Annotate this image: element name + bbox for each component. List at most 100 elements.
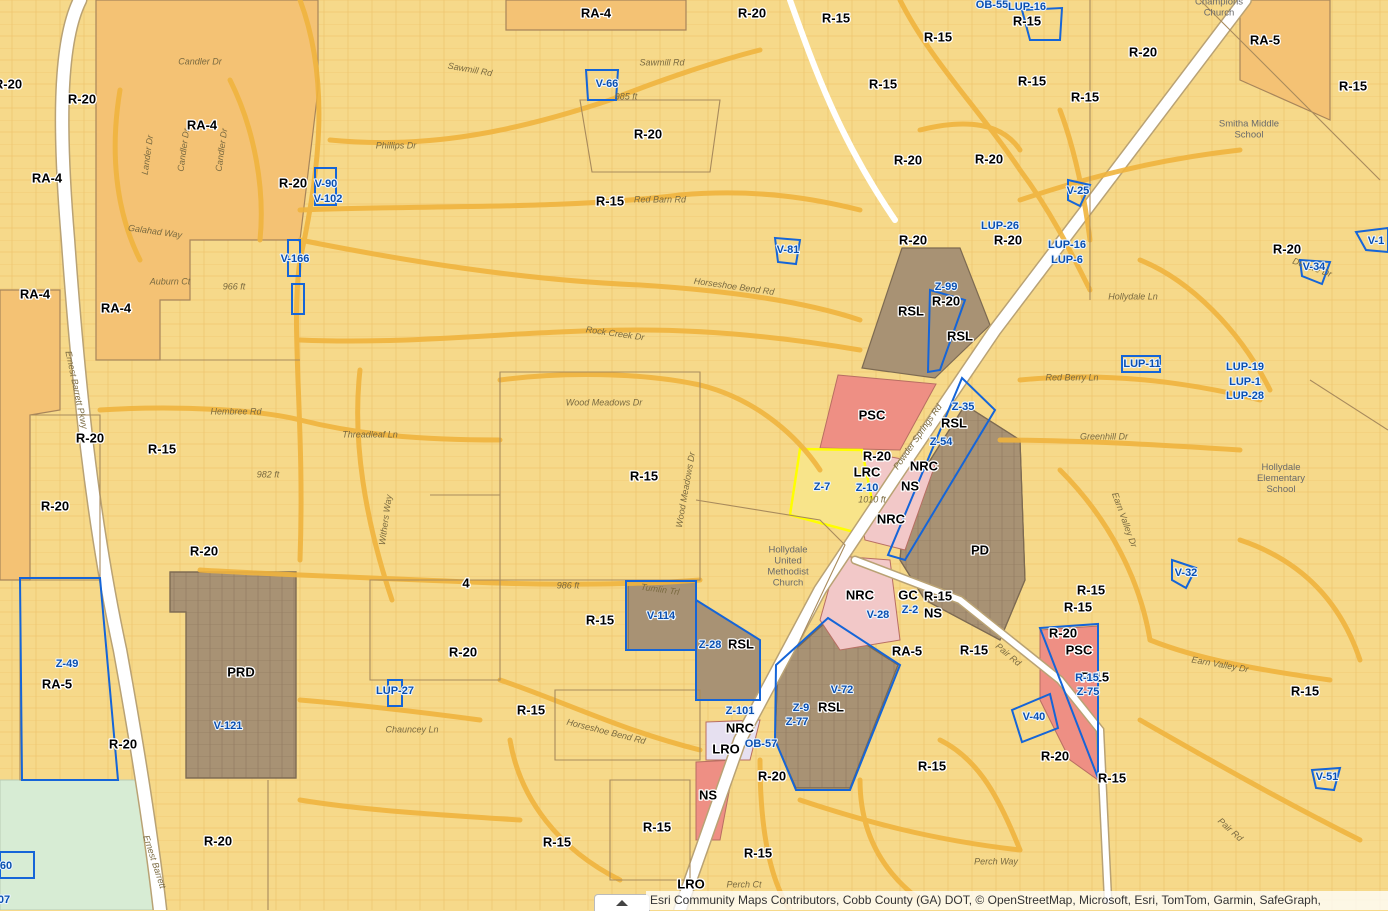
variance-label: V-72 — [831, 684, 854, 696]
zone-label: PD — [971, 542, 989, 557]
zone-label: R-20 — [975, 151, 1003, 166]
zone-label: R-20 — [204, 833, 232, 848]
zone-label: R-15 — [822, 10, 850, 25]
zone-label: RSL — [818, 699, 844, 714]
elevation-label: 985 ft — [615, 91, 638, 101]
zone-label: R-20 — [1273, 241, 1301, 256]
zone-label: R-15 — [543, 834, 571, 849]
street-label: Threadleaf Ln — [342, 429, 398, 439]
variance-label: LUP-11 — [1123, 358, 1160, 370]
variance-label: V-102 — [314, 193, 343, 205]
poi-label-line: Hollydale — [768, 545, 807, 556]
variance-label: V-25 — [1067, 185, 1090, 197]
zone-label: RA-4 — [32, 170, 63, 185]
variance-label: Z-9 — [793, 702, 810, 714]
attribution-toggle-button[interactable] — [594, 894, 650, 911]
zone-label: R-15 — [596, 193, 624, 208]
street-label: Auburn Ct — [149, 276, 191, 286]
zone-label: R-20 — [68, 91, 96, 106]
zone-label: R-15 — [1077, 582, 1105, 597]
poi-label-line: Church — [1204, 8, 1235, 19]
variance-label: LUP-16 — [1048, 239, 1086, 251]
poi-label-line: School — [1234, 130, 1263, 141]
chevron-up-icon — [616, 900, 628, 906]
zone-label: R-15 — [960, 642, 988, 657]
zone-label: R-20 — [109, 736, 137, 751]
zone-label: R-20 — [0, 76, 22, 91]
zone-label: R-15 — [643, 819, 671, 834]
zone-label: R-15 — [1013, 13, 1041, 28]
zone-label: PSC — [1066, 642, 1093, 657]
zone-label: RA-4 — [101, 300, 132, 315]
zone-label: R-15 — [924, 588, 952, 603]
variance-label: 60 — [0, 860, 12, 872]
zoning-map[interactable]: 966 ft 985 ft 982 ft 986 ft 1010 ft Candler … — [0, 0, 1388, 910]
zone-label: PRD — [227, 664, 254, 679]
poi-label-line: School — [1266, 484, 1295, 495]
variance-label: LUP-28 — [1226, 390, 1264, 402]
poi-label-line: Smitha Middle — [1219, 119, 1279, 130]
zone-label: R-15 — [924, 29, 952, 44]
variance-label: V-40 — [1023, 711, 1046, 723]
zone-label: R-20 — [994, 232, 1022, 247]
variance-label: V-166 — [281, 253, 310, 265]
zone-label: GC — [898, 587, 918, 602]
poi-label-line: Champions — [1195, 0, 1243, 8]
zone-label: R-20 — [738, 5, 766, 20]
variance-label: LUP-19 — [1226, 361, 1264, 373]
zone-label: R-15 — [1098, 770, 1126, 785]
variance-label: V-114 — [647, 610, 676, 622]
variance-label: LUP-26 — [981, 220, 1019, 232]
variance-label: Z-28 — [699, 639, 722, 651]
variance-label: Z-77 — [786, 716, 809, 728]
zone-label: RSL — [941, 415, 967, 430]
zone-label: NRC — [726, 720, 755, 735]
zone-label: RSL — [898, 303, 924, 318]
variance-label: V-66 — [596, 78, 619, 90]
variance-label: V-1 — [1368, 235, 1385, 247]
zone-label: RA-4 — [187, 117, 218, 132]
zone-label: R-20 — [634, 126, 662, 141]
variance-label: R-15 — [1075, 672, 1099, 684]
zone-label: LRO — [712, 741, 739, 756]
zone-label: R-15 — [630, 468, 658, 483]
poi-label-line: United — [774, 556, 801, 567]
zone-label: RA-5 — [42, 676, 72, 691]
zone-label: R-20 — [41, 498, 69, 513]
variance-label: 07 — [0, 894, 10, 906]
zone-label: R-20 — [1049, 625, 1077, 640]
elevation-label: 982 ft — [257, 469, 280, 479]
variance-label: Z-101 — [726, 705, 755, 717]
zone-label: R-20 — [279, 175, 307, 190]
zone-label: R-15 — [148, 441, 176, 456]
street-label: Candler Dr — [178, 56, 223, 66]
zone-label: 4 — [462, 575, 470, 590]
zone-label: RA-4 — [581, 5, 612, 20]
street-label: Perch Way — [974, 856, 1018, 866]
street-label: Wood Meadows Dr — [566, 397, 644, 407]
variance-label: LUP-16 — [1008, 1, 1046, 13]
street-label: Hembree Rd — [210, 406, 262, 416]
zone-label: R-15 — [517, 702, 545, 717]
variance-label: Z-99 — [935, 281, 958, 293]
variance-label: V-90 — [315, 178, 338, 190]
zone-label: R-20 — [1041, 748, 1069, 763]
zone-label: R-20 — [758, 768, 786, 783]
map-attribution: Esri Community Maps Contributors, Cobb C… — [646, 891, 1388, 910]
zone-label: LRO — [677, 876, 704, 891]
variance-label: V-34 — [1303, 261, 1327, 273]
zone-label: LRC — [854, 464, 881, 479]
variance-label: OB-55 — [976, 0, 1008, 11]
variance-label: LUP-27 — [376, 685, 414, 697]
zone-label: RA-5 — [1250, 32, 1280, 47]
zone-label: NRC — [846, 587, 875, 602]
zone-label: R-15 — [918, 758, 946, 773]
zone-label: R-20 — [863, 448, 891, 463]
variance-label: Z-49 — [56, 658, 79, 670]
poi-label-line: Methodist — [767, 567, 809, 578]
zone-label: R-20 — [899, 232, 927, 247]
zone-label: RSL — [728, 636, 754, 651]
poi-label-line: Hollydale — [1261, 462, 1300, 473]
zone-label: NS — [924, 605, 942, 620]
poi-label: Hollydale United Methodist Church — [767, 545, 809, 589]
